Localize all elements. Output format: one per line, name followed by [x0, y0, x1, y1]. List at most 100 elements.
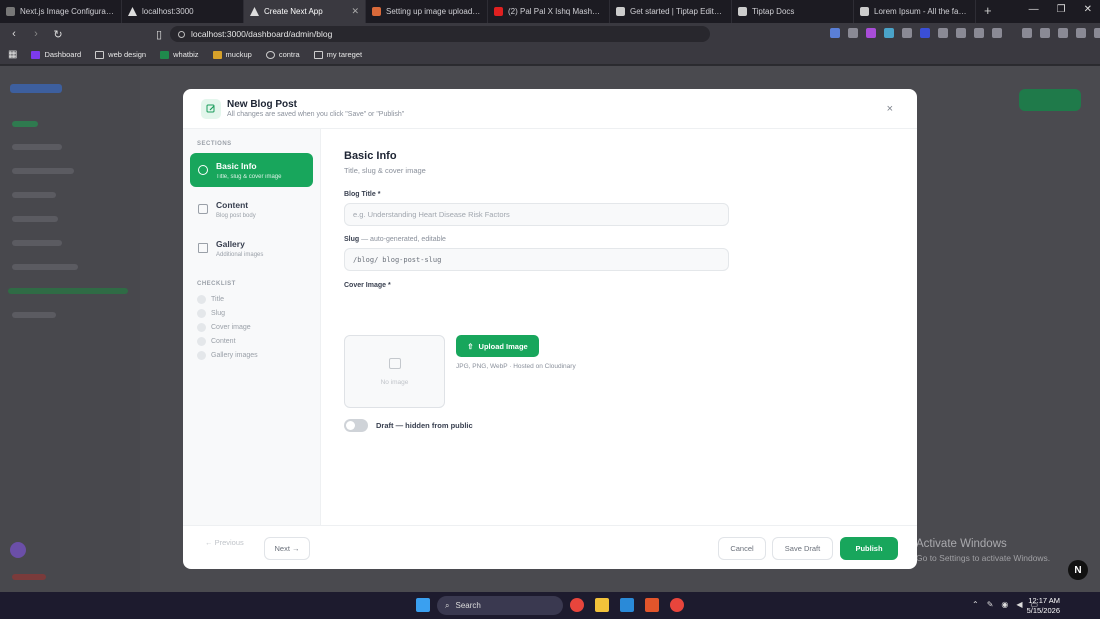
backdrop-row — [12, 121, 38, 127]
browser-tab[interactable]: Next.js Image Configuration — [0, 0, 122, 23]
blog-title-label: Blog Title * — [344, 191, 381, 198]
section-content[interactable]: Content Blog post body — [190, 192, 313, 226]
minimize-icon[interactable]: — — [1029, 4, 1039, 15]
next-button[interactable]: Next → — [264, 537, 310, 560]
url-bar[interactable]: localhost:3000/dashboard/admin/blog — [170, 26, 710, 42]
site-info-icon[interactable] — [178, 30, 185, 38]
extension-icon[interactable] — [902, 28, 912, 38]
file-explorer-icon[interactable] — [595, 598, 609, 612]
address-toolbar: ‹ › ↻ ▯ localhost:3000/dashboard/admin/b… — [0, 23, 1100, 45]
sections-heading: SECTIONS — [197, 141, 232, 147]
bookmark-favicon-icon — [31, 50, 41, 59]
extension-icon[interactable] — [1094, 28, 1100, 38]
new-tab-button[interactable]: + — [976, 0, 1000, 23]
content-subtitle: Title, slug & cover image — [344, 166, 426, 175]
browser-tab[interactable]: Setting up image upload API fo — [366, 0, 488, 23]
section-sub: Additional images — [216, 251, 264, 258]
save-draft-button[interactable]: Save Draft — [772, 537, 833, 560]
content-title: Basic Info — [344, 150, 397, 162]
backdrop-sidebar — [0, 66, 140, 592]
close-icon[interactable]: × — [887, 103, 893, 115]
browser-tab[interactable]: Lorem Ipsum - All the facts - Li — [854, 0, 976, 23]
taskbar-search[interactable]: ⌕ Search — [437, 596, 563, 615]
extension-icon[interactable] — [992, 28, 1002, 38]
checklist-item: Title — [197, 295, 224, 304]
extension-icon[interactable] — [1058, 28, 1068, 38]
checklist-item: Gallery images — [197, 351, 258, 360]
tab-close-icon[interactable]: ✕ — [351, 6, 359, 17]
bookmark-item[interactable]: web design — [95, 50, 146, 59]
modal-subtitle: All changes are saved when you click "Sa… — [227, 111, 405, 118]
restore-icon[interactable]: ❐ — [1057, 4, 1066, 15]
extension-icon[interactable] — [956, 28, 966, 38]
windows-start-icon[interactable] — [416, 598, 430, 612]
backdrop-row — [12, 574, 46, 580]
blog-title-placeholder: e.g. Understanding Heart Disease Risk Fa… — [353, 210, 510, 219]
browser-tab[interactable]: (2) Pal Pal X Ishq Mashup - Pif — [488, 0, 610, 23]
bookmark-item[interactable]: contra — [265, 50, 300, 59]
brave-icon[interactable] — [645, 598, 659, 612]
backdrop-row — [12, 192, 56, 198]
tab-favicon-icon — [860, 7, 869, 16]
back-icon[interactable]: ‹ — [8, 28, 20, 40]
extension-icon[interactable] — [830, 28, 840, 38]
pen-icon[interactable]: ✎ — [987, 600, 994, 609]
cancel-button[interactable]: Cancel — [718, 537, 766, 560]
upload-image-button[interactable]: ⇧ Upload Image — [456, 335, 539, 357]
bookmark-item[interactable]: my tareget — [313, 50, 362, 59]
image-placeholder-icon — [388, 357, 401, 369]
apps-grid-icon[interactable]: ▦ — [8, 49, 17, 60]
bookmark-item[interactable]: Dashboard — [31, 50, 81, 59]
browser-tab[interactable]: Get started | Tiptap Editor Doc — [610, 0, 732, 23]
extension-icon[interactable] — [974, 28, 984, 38]
backdrop-row — [12, 264, 78, 270]
bookmark-item[interactable]: muckup — [212, 50, 252, 59]
extension-icon[interactable] — [884, 28, 894, 38]
tab-favicon-icon — [6, 7, 15, 16]
taskbar-clock[interactable]: 12:17 AM 5/15/2026 — [1027, 596, 1060, 616]
slug-input[interactable]: /blog/blog-post-slug — [344, 248, 729, 271]
volume-icon[interactable]: ◀ — [1016, 600, 1022, 609]
bookmark-favicon-icon — [160, 50, 170, 59]
activate-windows-title: Activate Windows — [916, 538, 1007, 550]
section-label: Content — [216, 199, 249, 210]
draft-toggle[interactable] — [344, 419, 368, 432]
draft-label: Draft — hidden from public — [376, 421, 473, 430]
extension-icon[interactable] — [1022, 28, 1032, 38]
backdrop-row — [12, 144, 62, 150]
tab-favicon-icon — [738, 7, 747, 16]
chevron-up-icon[interactable]: ⌃ — [972, 600, 979, 609]
extension-icon[interactable] — [866, 28, 876, 38]
browser-tab[interactable]: localhost:3000 — [122, 0, 244, 23]
folder-icon — [313, 50, 323, 59]
backdrop-row — [12, 240, 62, 246]
extension-icon[interactable] — [1076, 28, 1086, 38]
wifi-icon[interactable]: ◉ — [1001, 600, 1008, 609]
unchecked-circle-icon — [197, 351, 206, 360]
browser-tab-active[interactable]: Create Next App ✕ — [244, 0, 366, 23]
vscode-icon[interactable] — [620, 598, 634, 612]
edit-icon — [201, 99, 221, 119]
previous-button[interactable]: ← Previous — [205, 538, 244, 547]
bookmark-item[interactable]: whatbiz — [160, 50, 199, 59]
chrome-icon[interactable] — [570, 598, 584, 612]
section-gallery[interactable]: Gallery Additional images — [190, 231, 313, 265]
extension-icon[interactable] — [848, 28, 858, 38]
reload-icon[interactable]: ↻ — [52, 28, 64, 41]
slug-prefix: /blog/ — [353, 255, 379, 264]
bookmark-icon[interactable]: ▯ — [153, 28, 165, 41]
bookmark-favicon-icon — [212, 50, 222, 59]
window-close-icon[interactable]: ✕ — [1084, 4, 1092, 15]
extension-icon[interactable] — [938, 28, 948, 38]
backdrop-row — [8, 288, 128, 294]
browser-tab[interactable]: Tiptap Docs — [732, 0, 854, 23]
extension-icon[interactable] — [1040, 28, 1050, 38]
blog-title-input[interactable]: e.g. Understanding Heart Disease Risk Fa… — [344, 203, 729, 226]
nextjs-dev-badge-icon[interactable]: N — [1068, 560, 1088, 580]
section-basic-info[interactable]: Basic Info Title, slug & cover image — [190, 153, 313, 187]
extension-icon[interactable] — [920, 28, 930, 38]
unchecked-circle-icon — [197, 295, 206, 304]
chrome-icon[interactable] — [670, 598, 684, 612]
forward-icon[interactable]: › — [30, 28, 42, 40]
publish-button[interactable]: Publish — [840, 537, 898, 560]
